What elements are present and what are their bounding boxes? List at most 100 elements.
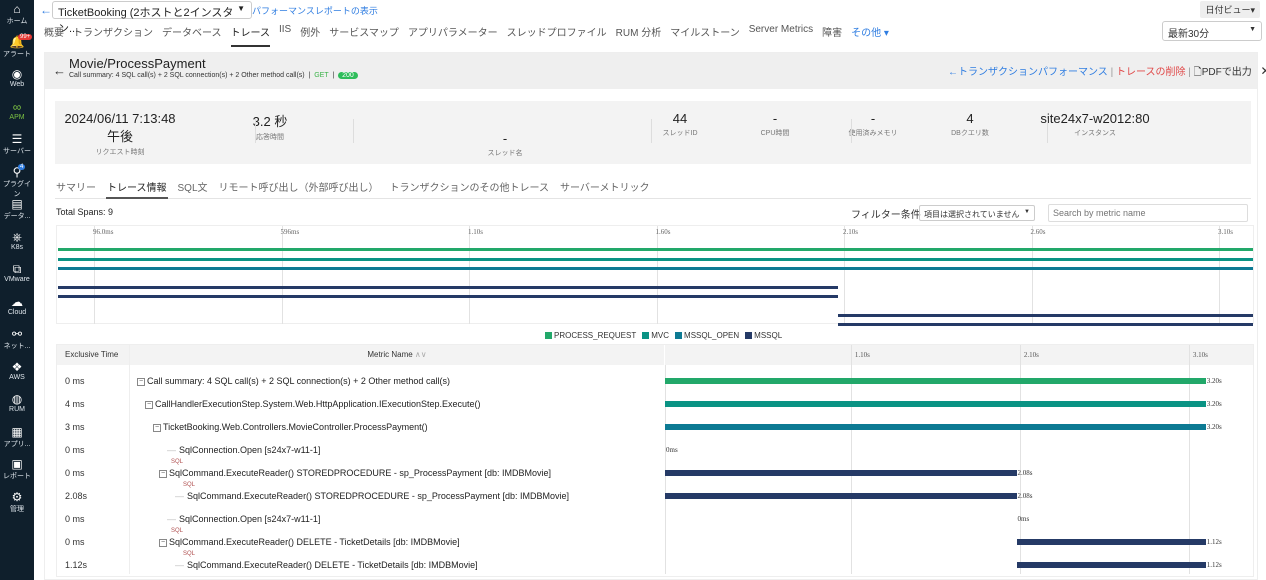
sidebar-item-rum[interactable]: ◍ RUM <box>0 393 34 414</box>
span-bar[interactable] <box>1016 539 1206 545</box>
table-row[interactable]: 0 ms − Call summary: 4 SQL call(s) + 2 SQL… <box>57 368 1253 391</box>
exclusive-time: 0 ms <box>65 376 85 386</box>
stat-value: - <box>870 111 876 126</box>
nav-tab-12[interactable]: 障害 <box>822 24 842 47</box>
sidebar-item-vmware[interactable]: ⧉ VMware <box>0 263 34 284</box>
stat-label: DBクエリ数 <box>951 130 989 137</box>
transaction-performance-link[interactable]: ←トランザクションパフォーマンス <box>948 67 1108 78</box>
collapse-toggle-icon[interactable]: − <box>153 423 161 432</box>
sidebar-item-kubernetes[interactable]: ⎈ K8s <box>0 229 34 251</box>
sidebar-item-label: プラグイン <box>3 180 31 198</box>
nav-tab-10[interactable]: マイルストーン <box>670 24 740 47</box>
sidebar-item-aws[interactable]: ❖ AWS <box>0 360 34 381</box>
sidebar-item-database[interactable]: ▤ データ... <box>0 198 34 221</box>
stat-label: 使用済みメモリ <box>848 130 898 137</box>
collapse-toggle-icon[interactable]: − <box>137 377 145 386</box>
tab-3[interactable]: リモート呼び出し（外部呼び出し） <box>218 179 380 199</box>
legend-item: MSSQL <box>745 331 782 340</box>
plugin-icon: ⚲ <box>12 164 22 179</box>
tab-0[interactable]: サマリー <box>55 179 97 199</box>
nav-tab-4[interactable]: IIS <box>279 24 291 47</box>
gear-icon: ⚙ <box>11 489 23 504</box>
http-method: GET <box>314 72 329 79</box>
application-select[interactable]: TicketBooking (2ホストと2インスタン... ▼ <box>52 1 252 35</box>
stat-label: 応答時間 <box>256 134 284 141</box>
table-row[interactable]: 4 ms − CallHandlerExecutionStep.System.Web… <box>57 391 1253 414</box>
back-arrow-icon[interactable]: ← <box>53 63 66 78</box>
span-bar[interactable] <box>665 493 1017 499</box>
metric-search-input[interactable] <box>1048 204 1248 222</box>
collapse-toggle-icon[interactable]: − <box>159 469 167 478</box>
sidebar-item-globe[interactable]: ◉ Web <box>0 68 34 89</box>
trace-summary: Call summary: 4 SQL call(s) + 2 SQL conn… <box>69 72 358 79</box>
nav-tab-6[interactable]: サービスマップ <box>329 24 399 47</box>
close-icon[interactable]: ✕ <box>1260 64 1266 78</box>
trace-table: Exclusive Time Metric Name ∧∨ 1.10s 2.10s… <box>56 344 1254 577</box>
nav-tab-3[interactable]: トレース <box>230 24 270 47</box>
metric-name-text: SqlCommand.ExecuteReader() STOREDPROCEDU… <box>187 491 569 501</box>
sidebar-item-label: VMware <box>4 276 30 283</box>
span-bar[interactable] <box>1016 562 1206 568</box>
table-row[interactable]: 0 ms − SqlCommand.ExecuteReader() STOREDPR… <box>57 459 1253 483</box>
sidebar-item-plugin[interactable]: ⚲ プラグイン 4 <box>0 163 34 199</box>
date-view-button[interactable]: 日付ビュー▾ <box>1200 1 1260 18</box>
table-row[interactable]: 0 ms − SqlCommand.ExecuteReader() DELETE -… <box>57 528 1253 552</box>
table-row[interactable]: 1.12s — SqlCommand.ExecuteReader() DELETE … <box>57 551 1253 575</box>
sidebar-item-label: ホーム <box>6 18 28 25</box>
performance-report-link[interactable]: パフォーマンスレポートの表示 <box>252 4 378 17</box>
sidebar-item-network[interactable]: ⚯ ネット... <box>0 328 34 351</box>
legend-swatch <box>545 332 552 340</box>
sidebar-item-server[interactable]: ☰ サーバー <box>0 133 34 156</box>
sidebar-item-home[interactable]: ⌂ ホーム <box>0 3 34 26</box>
span-bar[interactable] <box>665 401 1206 407</box>
overview-span-line <box>58 295 838 298</box>
legend-item: MVC <box>642 331 669 340</box>
table-row[interactable]: 3 ms − TicketBooking.Web.Controllers.Movie… <box>57 414 1253 437</box>
table-row[interactable]: 2.08s — SqlCommand.ExecuteReader() STOREDP… <box>57 482 1253 506</box>
axis-tick: 3.10s <box>1192 351 1208 359</box>
collapse-toggle-icon[interactable]: − <box>159 538 167 547</box>
nav-tab-0[interactable]: 概要 <box>44 24 64 47</box>
trace-header: ← Movie/ProcessPayment Call summary: 4 S… <box>45 53 1266 89</box>
pdf-export-button[interactable]: 🗋PDFで出力 <box>1194 67 1252 78</box>
nav-tab-7[interactable]: アプリパラメーター <box>408 24 498 47</box>
span-bar[interactable] <box>665 470 1017 476</box>
time-range-select[interactable]: 最新30分 ▼ <box>1162 21 1262 41</box>
nav-tab-1[interactable]: トランザクション <box>73 24 153 47</box>
collapse-toggle-icon[interactable]: − <box>145 400 153 409</box>
span-duration-label: 0ms <box>1017 515 1030 523</box>
nav-tab-11[interactable]: Server Metrics <box>749 24 813 47</box>
nav-tab-13[interactable]: その他 ▾ <box>851 24 889 47</box>
sidebar-item-app[interactable]: ▦ アプリ... <box>0 425 34 449</box>
tab-5[interactable]: サーバーメトリック <box>559 179 651 199</box>
tab-4[interactable]: トランザクションのその他トレース <box>389 179 551 199</box>
column-metric-name[interactable]: Metric Name ∧∨ <box>130 345 664 365</box>
exclusive-time: 0 ms <box>65 468 85 478</box>
nav-tab-9[interactable]: RUM 分析 <box>616 24 662 47</box>
delete-trace-link[interactable]: トレースの削除 <box>1116 67 1186 78</box>
kubernetes-icon: ⎈ <box>12 229 22 244</box>
table-row[interactable]: 0 ms — SqlConnection.Open [s24x7-w11-1] 0ms <box>57 506 1253 529</box>
overview-tick: 596ms <box>280 228 300 236</box>
span-bar[interactable] <box>665 424 1206 430</box>
home-icon: ⌂ <box>13 2 21 16</box>
sidebar-item-report[interactable]: ▣ レポート <box>0 458 34 481</box>
sidebar-item-apm[interactable]: ∞ APM <box>0 100 34 121</box>
overview-tick: 1.10s <box>468 228 483 236</box>
filter-select[interactable]: 項目は選択されていません ▼ <box>919 205 1035 221</box>
sidebar-item-bell[interactable]: 🔔 アラート 99+ <box>0 33 34 59</box>
column-exclusive-time[interactable]: Exclusive Time <box>57 345 129 365</box>
span-bar[interactable] <box>665 378 1206 384</box>
tab-2[interactable]: SQL文 <box>177 179 209 199</box>
sidebar-item-gear[interactable]: ⚙ 管理 <box>0 489 34 514</box>
span-duration-label: 1.12s <box>1206 561 1222 569</box>
nav-tab-8[interactable]: スレッドプロファイル <box>507 24 607 47</box>
tab-1[interactable]: トレース情報 <box>106 179 168 199</box>
sidebar-item-cloud[interactable]: ☁ Cloud <box>0 295 34 316</box>
table-row[interactable]: 0 ms — SqlConnection.Open [s24x7-w11-1] 0ms <box>57 437 1253 460</box>
nav-tab-2[interactable]: データベース <box>162 24 222 47</box>
back-arrow-icon[interactable]: ← <box>40 3 52 17</box>
nav-tab-5[interactable]: 例外 <box>300 24 320 47</box>
metric-name-label: Metric Name <box>367 350 413 359</box>
sort-icon[interactable]: ∧∨ <box>415 350 427 359</box>
